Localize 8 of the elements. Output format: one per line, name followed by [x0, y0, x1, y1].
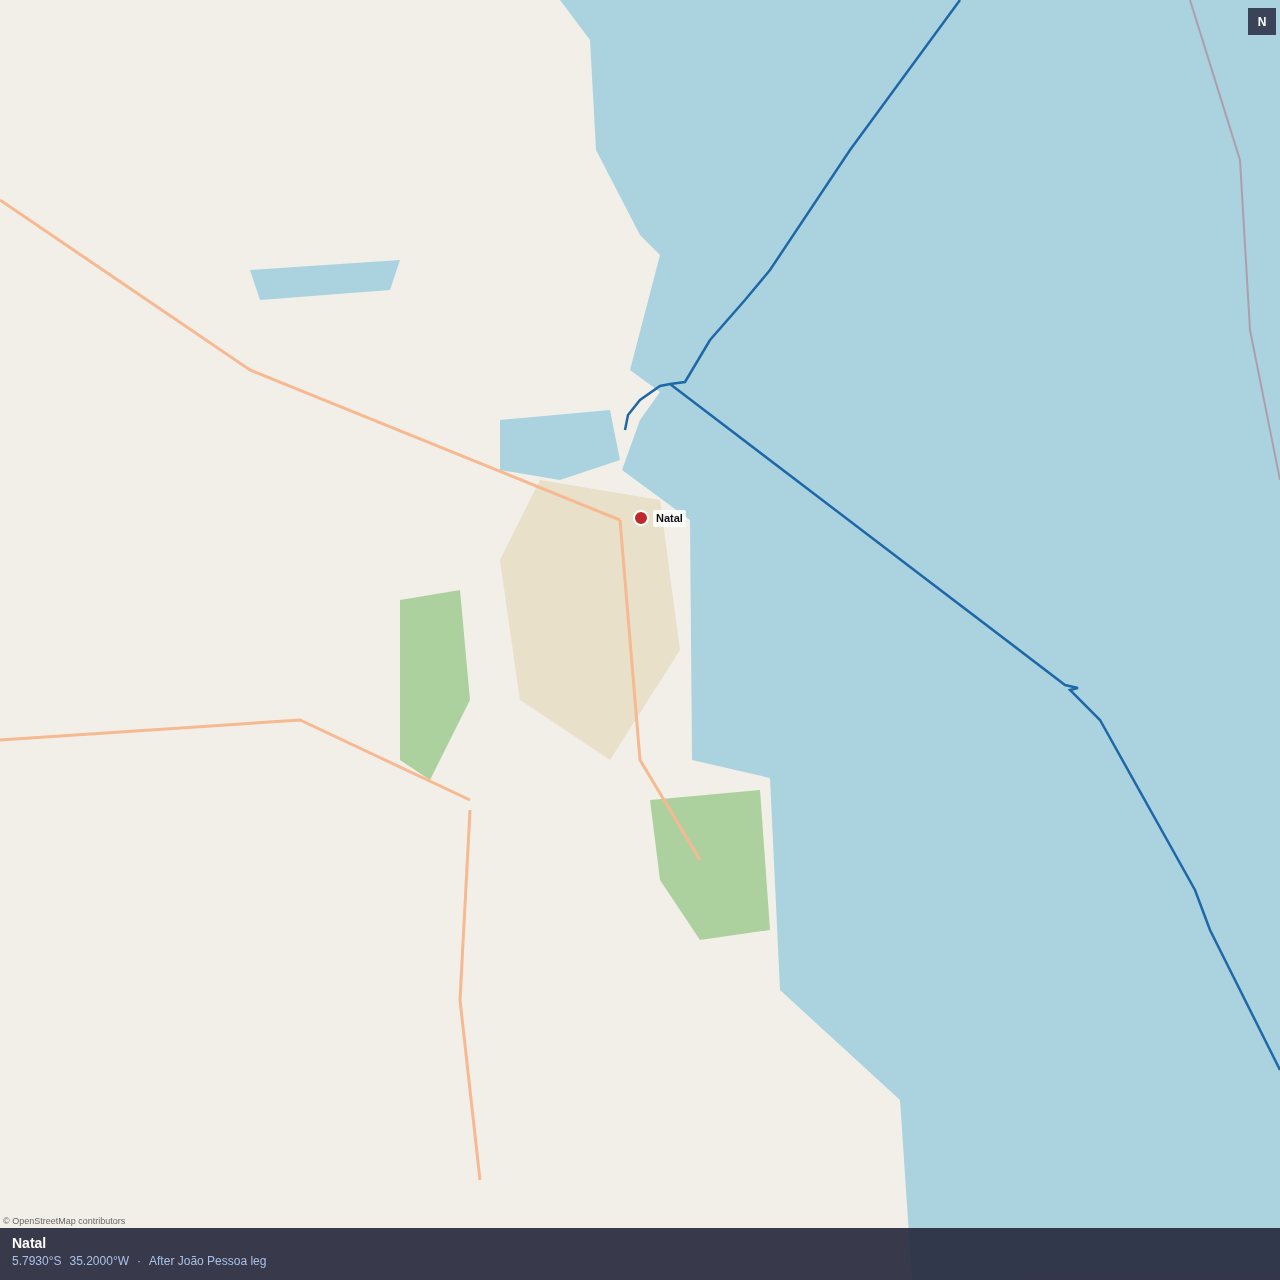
- latitude-text: 5.7930°S: [12, 1253, 62, 1270]
- map-attribution: © OpenStreetMap contributors: [3, 1215, 126, 1228]
- longitude-text: 35.2000°W: [69, 1253, 130, 1270]
- separator-text: ·: [137, 1253, 142, 1270]
- marker-label: Natal: [653, 510, 686, 527]
- leg-note: After João Pessoa leg: [149, 1253, 267, 1270]
- north-indicator: N: [1248, 8, 1276, 35]
- place-title: Natal: [12, 1234, 48, 1252]
